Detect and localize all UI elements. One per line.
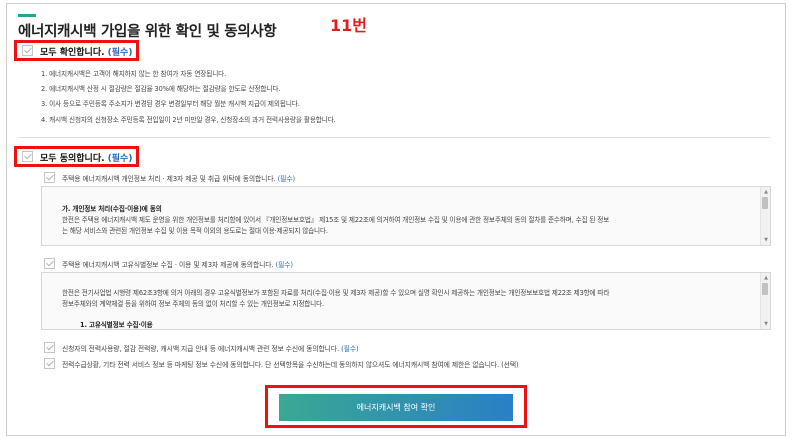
agree-all-checkbox[interactable]	[22, 151, 33, 162]
confirm-all-text: 모두 확인합니다.	[40, 48, 105, 58]
consent-unique-id-text: 주택용 에너지캐시백 고유식별정보 수집 · 이용 및 제3자 제공에 동의합니…	[62, 261, 274, 269]
consent-marketing-checkbox[interactable]	[44, 358, 55, 369]
consent-energy-info-text: 신청자의 전력사용량, 절감 전력량, 캐시백 지급 안내 등 에너지캐시백 관…	[62, 345, 340, 353]
scroll-up-arrow-icon[interactable]: ▲	[764, 275, 768, 281]
consent-personal-info-text: 주택용 에너지캐시백 개인정보 처리 · 제3자 제공 및 취급 위탁에 동의합…	[62, 175, 276, 183]
confirm-all-required-tag: (필수)	[107, 48, 133, 58]
consent-personal-info-required-tag: (필수)	[277, 175, 296, 183]
consent-personal-info-label: 주택용 에너지캐시백 개인정보 처리 · 제3자 제공 및 취급 위탁에 동의합…	[62, 173, 295, 183]
notice-item-2: 2. 에너지캐시백 산정 시 절감량은 절감율 30%에 해당하는 절감량을 한…	[41, 85, 281, 93]
scrollbar-thumb[interactable]	[762, 197, 768, 209]
scrollbar-thumb[interactable]	[762, 283, 768, 295]
page-title: 에너지캐시백 가입을 위한 확인 및 동의사항	[18, 24, 277, 40]
cashback-participate-confirm-button[interactable]: 에너지캐시백 참여 확인	[279, 394, 513, 421]
consent-marketing-label: 전력수급상황, 기타 전력 서비스 정보 등 마케팅 정보 수신에 동의합니다.…	[62, 361, 519, 369]
consent-unique-id-label: 주택용 에너지캐시백 고유식별정보 수집 · 이용 및 제3자 제공에 동의합니…	[62, 259, 293, 269]
consent-energy-info-label: 신청자의 전력사용량, 절감 전력량, 캐시백 지급 안내 등 에너지캐시백 관…	[62, 343, 359, 353]
section-divider	[18, 137, 770, 138]
terms-text-line: 한전은 전기사업법 시행령 제62조3항에 의거 아래의 경우 고유식별정보가 …	[62, 289, 610, 297]
confirm-all-label: 모두 확인합니다. (필수)	[40, 45, 132, 58]
terms-sub-heading: 1. 고유식별정보 수집·이용	[80, 321, 153, 329]
unique-id-terms-box[interactable]: 한전은 전기사업법 시행령 제62조3항에 의거 아래의 경우 고유식별정보가 …	[41, 272, 771, 330]
personal-info-terms-box[interactable]: 가. 개인정보 처리(수집·이용)에 동의 한전은 주택용 에너지캐시백 제도 …	[41, 186, 771, 246]
terms-text-line: 정보주체와의 계약체결 등을 위하여 정보 주체의 동의 없이 처리할 수 있는…	[62, 300, 324, 308]
terms-text-line: 한전은 주택용 에너지캐시백 제도 운영을 위한 개인정보를 처리함에 있어서 …	[62, 216, 610, 224]
confirm-all-checkbox[interactable]	[22, 45, 33, 56]
terms-text-line: 는 해당 서비스와 관련된 개인정보 수집 및 이용 목적 이외의 용도로는 절…	[62, 227, 328, 235]
notice-item-4: 4. 캐시백 신청자의 신청장소 주민등록 전입일이 2년 미만일 경우, 신청…	[41, 116, 336, 124]
agree-all-label: 모두 동의합니다. (필수)	[40, 151, 132, 164]
step-annotation: 11번	[330, 16, 367, 35]
consent-energy-info-required-tag: (필수)	[341, 345, 359, 353]
notice-item-3: 3. 이사 등으로 주민등록 주소지가 변경된 경우 변경일부터 해당 월분 캐…	[41, 100, 300, 108]
notice-item-1: 1. 에너지캐시백은 고객이 해지하지 않는 한 참여가 자동 연장됩니다.	[41, 70, 227, 78]
scroll-down-arrow-icon[interactable]: ▼	[764, 237, 768, 243]
scroll-down-arrow-icon[interactable]: ▼	[764, 321, 768, 327]
agree-all-required-tag: (필수)	[107, 154, 133, 164]
consent-personal-info-checkbox[interactable]	[44, 172, 55, 183]
consent-unique-id-checkbox[interactable]	[44, 258, 55, 269]
title-accent-bar	[18, 14, 36, 17]
consent-energy-info-checkbox[interactable]	[44, 342, 55, 353]
agree-all-text: 모두 동의합니다.	[40, 154, 105, 164]
terms-heading: 가. 개인정보 처리(수집·이용)에 동의	[62, 205, 162, 213]
scroll-up-arrow-icon[interactable]: ▲	[764, 189, 768, 195]
consent-unique-id-required-tag: (필수)	[275, 261, 294, 269]
